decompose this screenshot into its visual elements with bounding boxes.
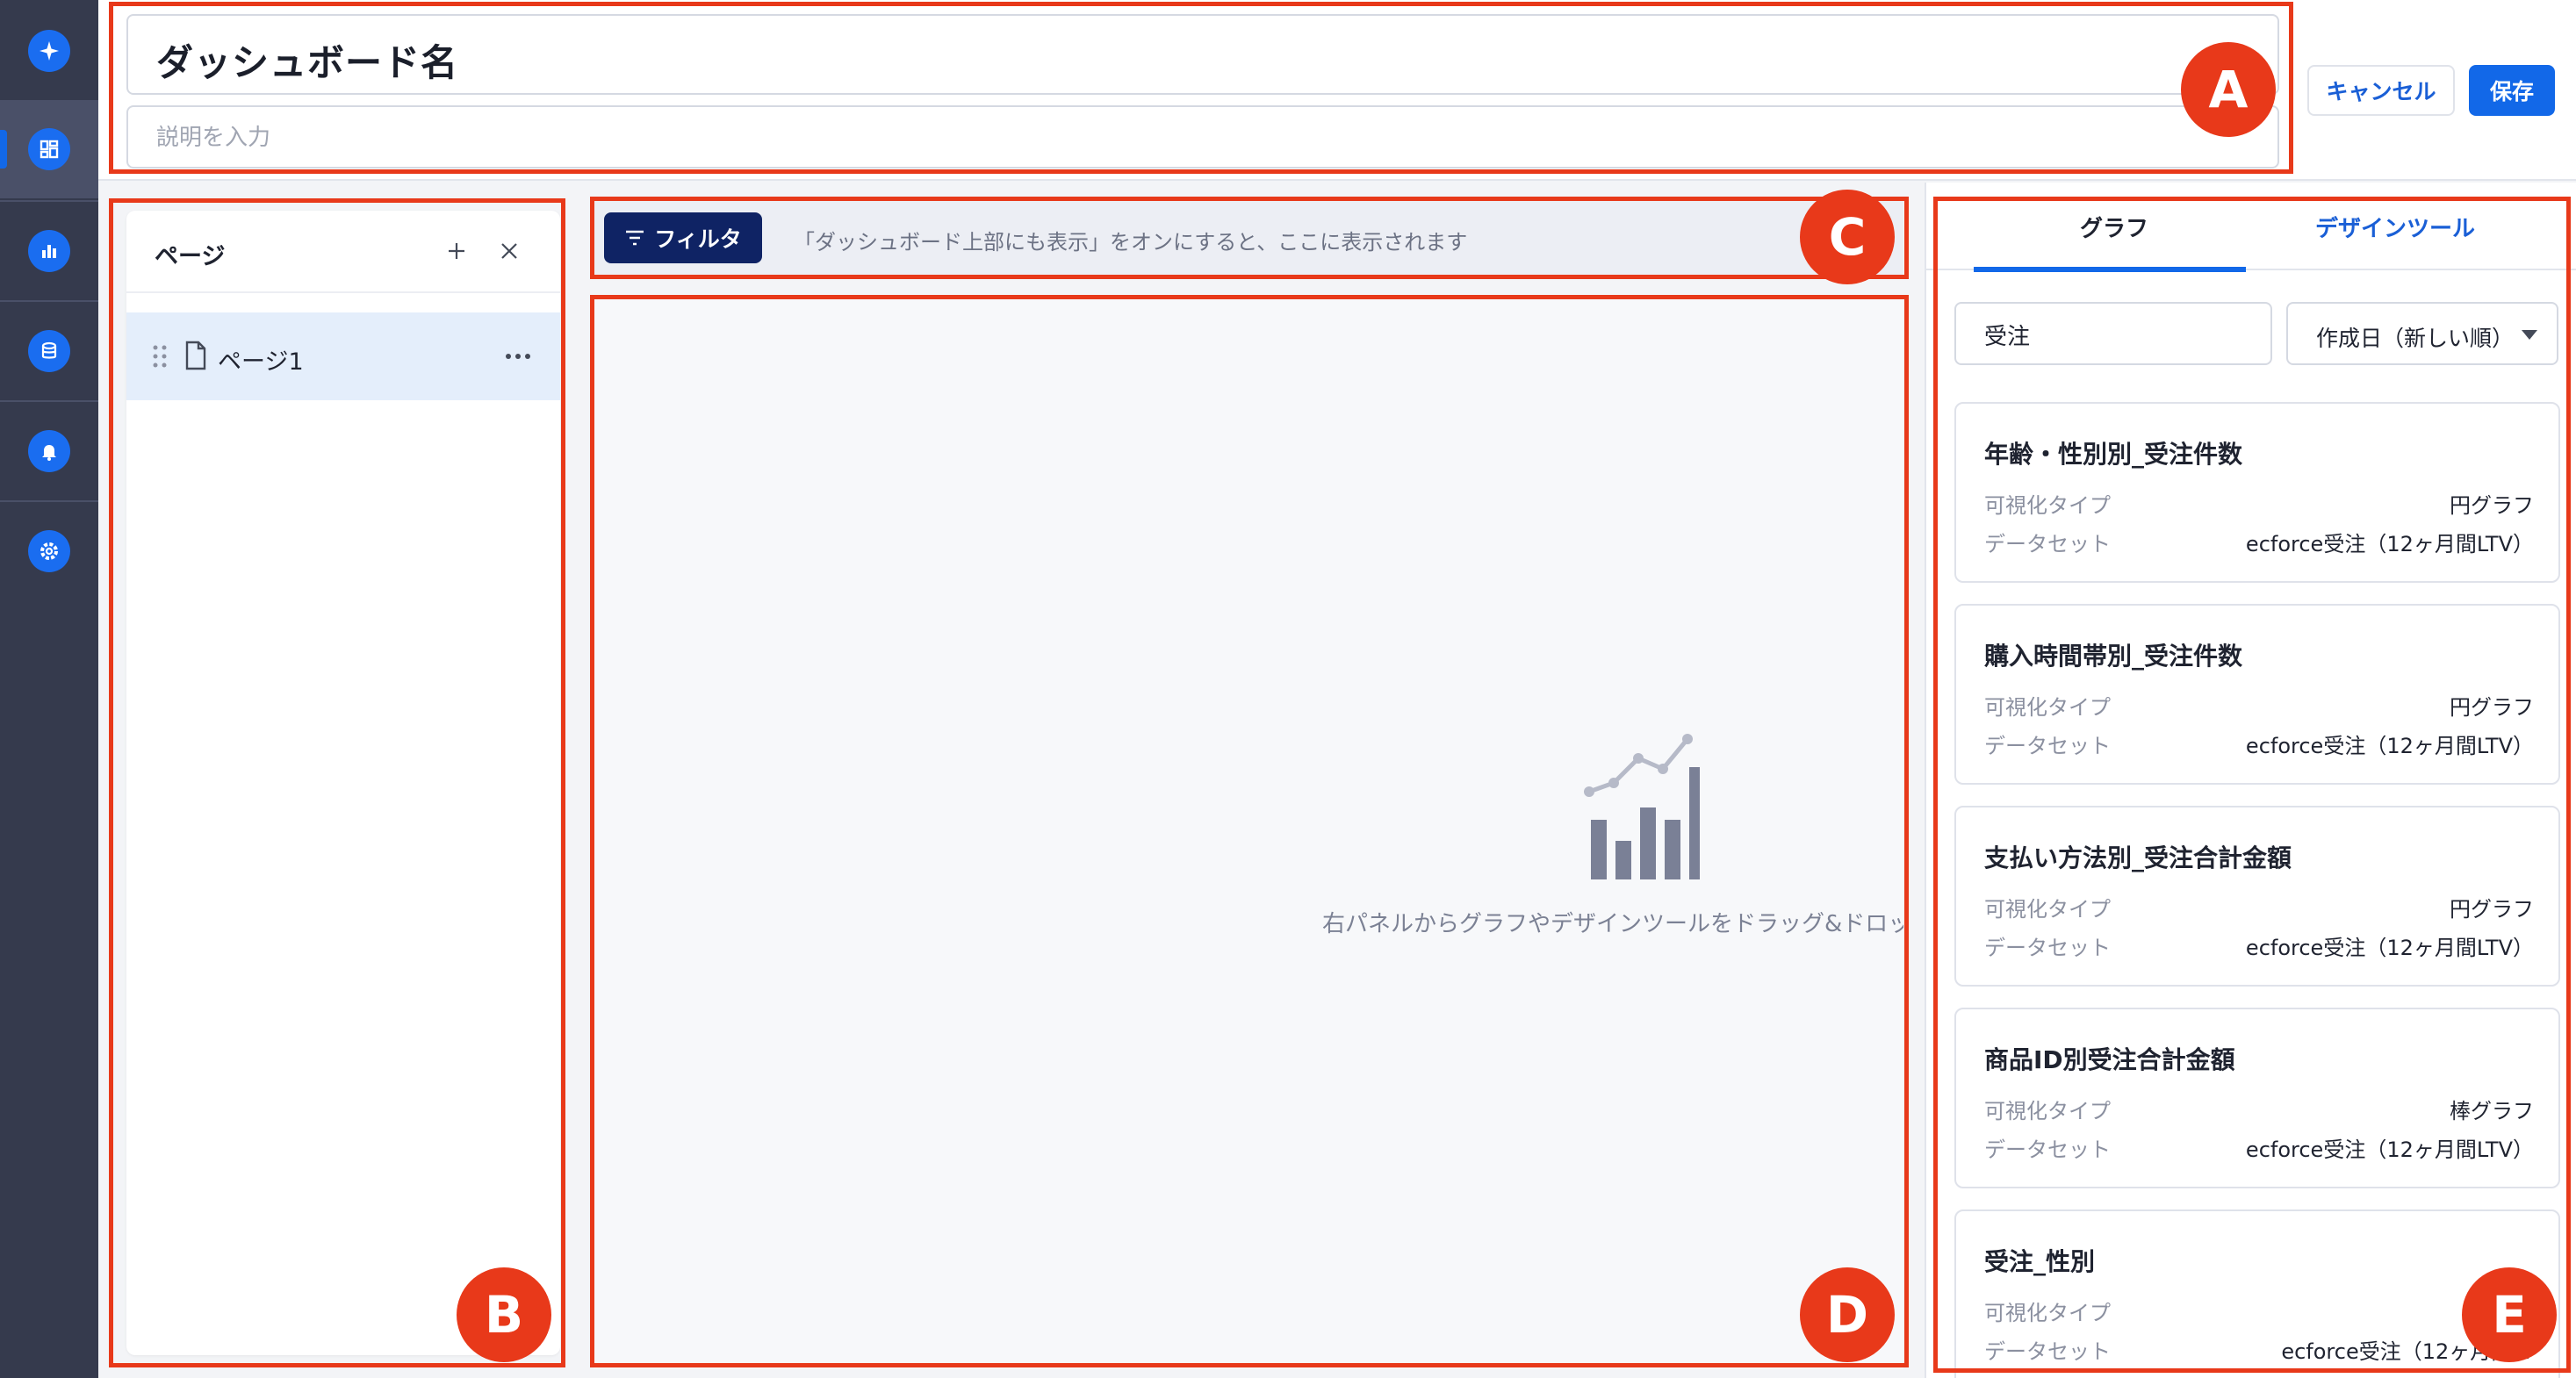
graph-card-list: 年齢・性別別_受注件数 可視化タイプ 円グラフ データセット ecforce受注… [1954,402,2560,1378]
gear-icon [28,530,70,572]
graph-card-dataset-value: ecforce受注（12ヶ月間LTV） [2245,1138,2534,1162]
nav-item-datasets[interactable] [0,302,98,400]
graph-card-dataset-key: データセット [1984,532,2111,556]
graph-card-title: 受注_性別 [1984,1247,2096,1276]
graph-card-title: 購入時間帯別_受注件数 [1984,642,2243,671]
pages-panel-title: ページ [155,243,226,270]
graph-search-field[interactable] [1954,302,2272,365]
annotation-badge-c: C [1800,190,1895,284]
graph-card-type-key: 可視化タイプ [1984,897,2111,922]
page-more-menu-button[interactable] [499,339,537,374]
graph-card-type-value: 円グラフ [2450,897,2534,922]
graph-card-dataset-key: データセット [1984,734,2111,758]
nav-item-settings[interactable] [0,502,98,600]
dashboard-title[interactable]: ダッシュボード名 [156,33,458,87]
graph-card-type-key: 可視化タイプ [1984,1099,2111,1123]
nav-item-dashboard[interactable] [0,100,98,198]
cancel-button[interactable]: キャンセル [2307,65,2455,116]
graph-card-type-value: 円グラフ [2450,695,2534,720]
dashboard-title-field[interactable]: ダッシュボード名 [126,14,2279,95]
sort-select[interactable]: 作成日（新しい順） [2286,302,2558,365]
pages-panel-header: ページ [126,211,560,293]
graph-card-title: 商品ID別受注合計金額 [1984,1045,2235,1074]
graph-card-type-key: 可視化タイプ [1984,695,2111,720]
filter-button[interactable]: フィルタ [604,212,762,263]
graph-card-dataset-key: データセット [1984,936,2111,960]
graph-card-title: 年齢・性別別_受注件数 [1984,440,2243,469]
graph-card-type-key: 可視化タイプ [1984,493,2111,518]
annotation-badge-b: B [457,1267,551,1362]
bar-chart-icon [28,230,70,272]
save-button[interactable]: 保存 [2469,65,2555,116]
filter-bar: フィルタ 「ダッシュボード上部にも表示」をオンにすると、ここに表示されます [594,198,1903,277]
add-page-button[interactable] [439,233,474,269]
graph-card-dataset-key: データセット [1984,1339,2111,1364]
graph-card-dataset-value: ecforce受注（12ヶ月間LTV） [2245,734,2534,758]
plus-icon [449,243,464,259]
canvas-empty-message: 右パネルからグラフやデザインツールをドラッグ&ドロップで追 [1322,911,1903,937]
annotation-badge-d: D [1800,1267,1895,1362]
graph-card-dataset-key: データセット [1984,1138,2111,1162]
filter-icon [626,230,644,246]
description-input[interactable] [155,118,2174,158]
empty-chart-illustration-icon [1584,734,1700,879]
database-icon [28,330,70,372]
nav-item-alerts[interactable] [0,402,98,500]
graph-card-type-value: 円グラフ [2450,493,2534,518]
page-item-label: ページ1 [218,348,304,376]
annotation-badge-a: A [2181,42,2276,137]
dashboard-canvas[interactable]: 右パネルからグラフやデザインツールをドラッグ&ドロップで追 [594,298,1903,1369]
nav-item-ai[interactable] [0,2,98,100]
sparkle-icon [28,30,70,72]
graph-card[interactable]: 商品ID別受注合計金額 可視化タイプ 棒グラフ データセット ecforce受注… [1954,1008,2560,1188]
graph-card-dataset-value: ecforce受注（12ヶ月間LTV） [2245,532,2534,556]
dashboard-icon [28,128,70,170]
graph-card[interactable]: 支払い方法別_受注合計金額 可視化タイプ 円グラフ データセット ecforce… [1954,806,2560,987]
graph-card[interactable]: 購入時間帯別_受注件数 可視化タイプ 円グラフ データセット ecforce受注… [1954,604,2560,785]
bell-icon [28,430,70,472]
graph-card[interactable]: 年齢・性別別_受注件数 可視化タイプ 円グラフ データセット ecforce受注… [1954,402,2560,583]
right-panel-tabs: グラフ デザインツール [1926,183,2576,272]
sort-selected-value: 作成日（新しい順） [2316,326,2515,351]
right-panel: グラフ デザインツール 作成日（新しい順） 年齢・性別別_受注件数 可視化タイプ… [1925,183,2576,1378]
tab-design-tools[interactable]: デザインツール [2255,183,2536,270]
graph-card-type-key: 可視化タイプ [1984,1301,2111,1325]
nav-rail [0,0,98,1378]
drag-handle-icon[interactable] [151,344,169,369]
tab-graph[interactable]: グラフ [1974,183,2255,272]
close-pages-panel-button[interactable] [492,233,527,269]
graph-card-title: 支払い方法別_受注合計金額 [1984,843,2292,872]
page-list-item[interactable]: ページ1 [126,312,560,400]
graph-search-input[interactable] [1982,316,2246,353]
graph-card-dataset-value: ecforce受注（12ヶ月間LTV） [2245,936,2534,960]
filter-button-label: フィルタ [654,226,742,252]
document-icon [185,341,206,370]
nav-item-charts[interactable] [0,202,98,300]
graph-card-type-value: 棒グラフ [2450,1099,2534,1123]
filter-hint-text: 「ダッシュボード上部にも表示」をオンにすると、ここに表示されます [794,230,1468,255]
description-field[interactable] [126,105,2279,169]
close-icon [501,243,517,259]
pages-panel: ページ ページ1 [126,211,560,1355]
caret-down-icon [2522,330,2537,340]
more-horizontal-icon [506,354,530,359]
annotation-badge-e: E [2462,1267,2557,1362]
